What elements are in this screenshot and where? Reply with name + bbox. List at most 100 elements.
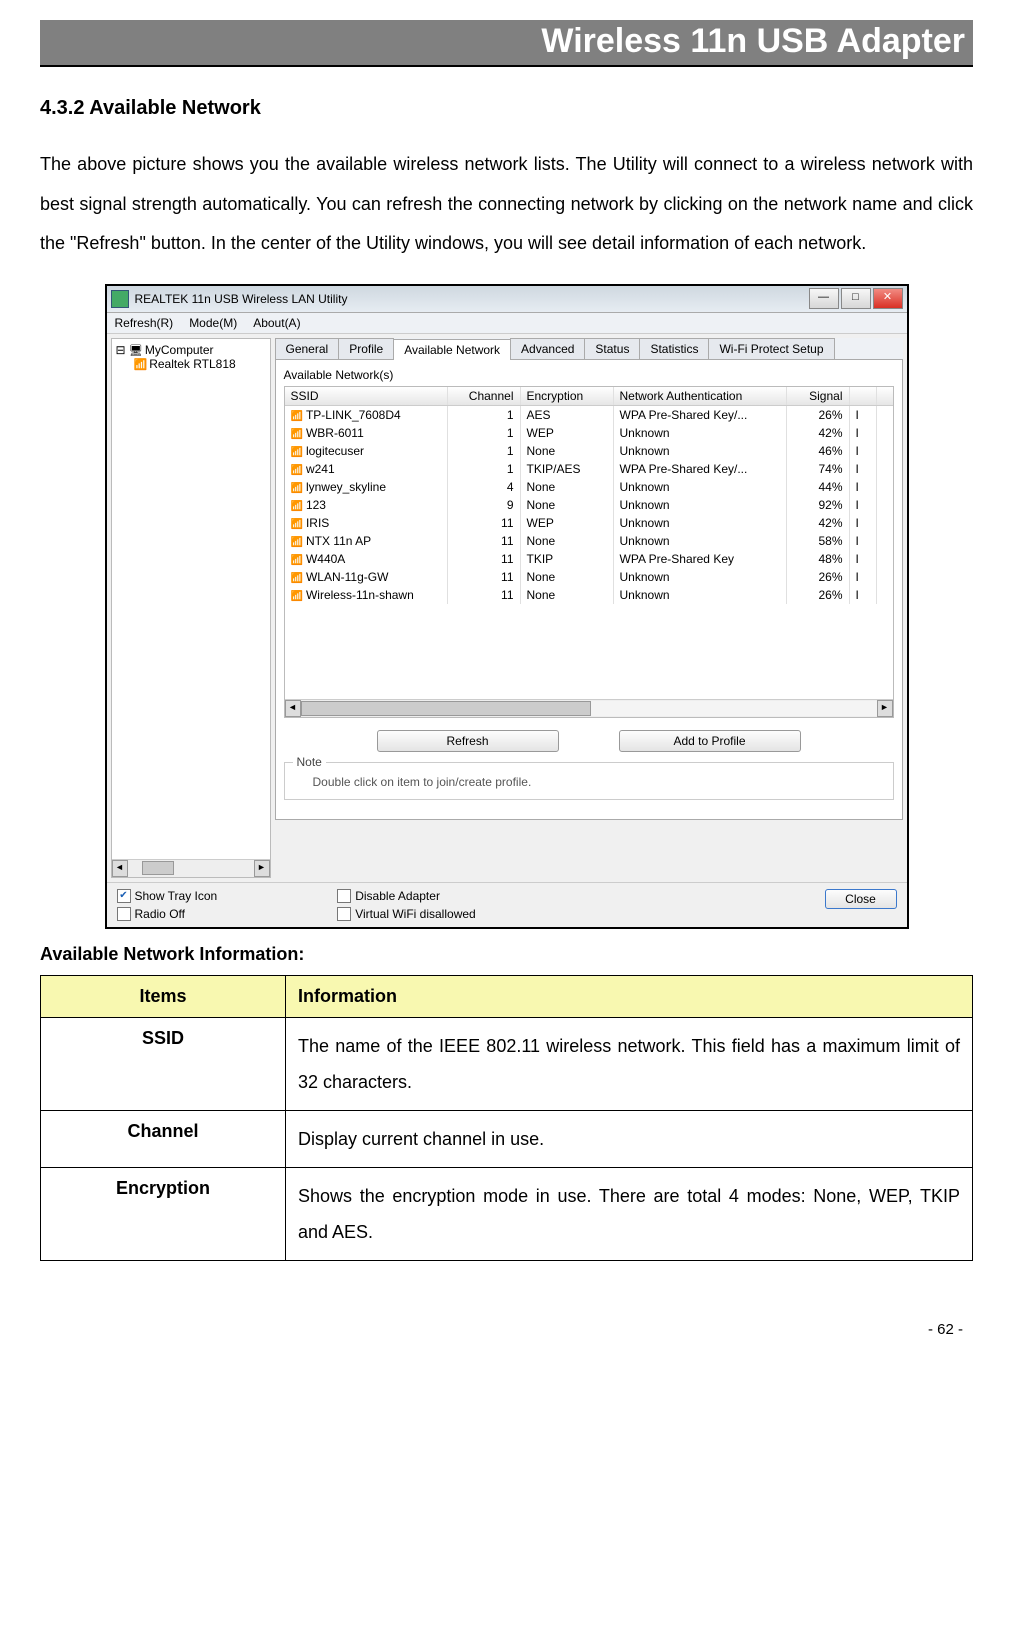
refresh-button[interactable]: Refresh bbox=[377, 730, 559, 752]
titlebar[interactable]: REALTEK 11n USB Wireless LAN Utility — □… bbox=[107, 286, 907, 313]
close-window-button[interactable]: ✕ bbox=[873, 288, 903, 309]
signal-icon bbox=[291, 462, 306, 476]
tree-child-label: Realtek RTL818 bbox=[149, 357, 236, 371]
group-label: Available Network(s) bbox=[284, 368, 894, 382]
info-table: Items Information SSIDThe name of the IE… bbox=[40, 975, 973, 1261]
lv-scroll-thumb[interactable] bbox=[301, 701, 591, 716]
note-text: Double click on item to join/create prof… bbox=[293, 775, 885, 789]
col-auth[interactable]: Network Authentication bbox=[614, 387, 787, 405]
checkbox-icon bbox=[337, 889, 351, 903]
scroll-thumb[interactable] bbox=[142, 861, 174, 875]
available-network-panel: Available Network(s) SSID Channel Encryp… bbox=[275, 360, 903, 820]
adapter-icon bbox=[134, 357, 150, 371]
signal-icon bbox=[291, 498, 306, 512]
checkbox-icon bbox=[337, 907, 351, 921]
chk-show-tray-label: Show Tray Icon bbox=[135, 889, 218, 903]
computer-icon bbox=[129, 343, 145, 357]
window-title: REALTEK 11n USB Wireless LAN Utility bbox=[135, 292, 809, 306]
checkbox-icon bbox=[117, 907, 131, 921]
maximize-button[interactable]: □ bbox=[841, 288, 871, 309]
tab-status[interactable]: Status bbox=[584, 338, 640, 359]
app-icon bbox=[111, 290, 129, 308]
info-desc: Display current channel in use. bbox=[286, 1110, 973, 1167]
body-paragraph: The above picture shows you the availabl… bbox=[40, 145, 973, 264]
minimize-button[interactable]: — bbox=[809, 288, 839, 309]
tree-hscrollbar[interactable]: ◄ ► bbox=[112, 859, 270, 877]
signal-icon bbox=[291, 444, 306, 458]
network-listview[interactable]: SSID Channel Encryption Network Authenti… bbox=[284, 386, 894, 718]
chk-radio-off-label: Radio Off bbox=[135, 907, 185, 921]
tree-root[interactable]: ⊟ MyComputer bbox=[116, 343, 266, 357]
chk-disable-adapter-label: Disable Adapter bbox=[355, 889, 440, 903]
network-row[interactable]: IRIS11WEPUnknown42%I bbox=[285, 514, 893, 532]
chk-virtual-wifi[interactable]: Virtual WiFi disallowed bbox=[337, 907, 476, 921]
listview-header[interactable]: SSID Channel Encryption Network Authenti… bbox=[285, 387, 893, 406]
info-row: SSIDThe name of the IEEE 802.11 wireless… bbox=[41, 1017, 973, 1110]
chk-show-tray[interactable]: ✔ Show Tray Icon bbox=[117, 889, 218, 903]
tab-wps[interactable]: Wi-Fi Protect Setup bbox=[708, 338, 834, 359]
signal-icon bbox=[291, 408, 306, 422]
menu-about[interactable]: About(A) bbox=[253, 316, 300, 330]
info-row: EncryptionShows the encryption mode in u… bbox=[41, 1167, 973, 1260]
info-item: Channel bbox=[41, 1110, 286, 1167]
network-row[interactable]: logitecuser1NoneUnknown46%I bbox=[285, 442, 893, 460]
tab-statistics[interactable]: Statistics bbox=[639, 338, 709, 359]
chk-disable-adapter[interactable]: Disable Adapter bbox=[337, 889, 476, 903]
signal-icon bbox=[291, 534, 306, 548]
info-row: ChannelDisplay current channel in use. bbox=[41, 1110, 973, 1167]
col-signal[interactable]: Signal bbox=[787, 387, 850, 405]
col-extra[interactable] bbox=[850, 387, 877, 405]
network-row[interactable]: 1239NoneUnknown92%I bbox=[285, 496, 893, 514]
chk-virtual-wifi-label: Virtual WiFi disallowed bbox=[355, 907, 476, 921]
network-row[interactable]: w2411TKIP/AESWPA Pre-Shared Key/...74%I bbox=[285, 460, 893, 478]
info-desc: The name of the IEEE 802.11 wireless net… bbox=[286, 1017, 973, 1110]
close-button[interactable]: Close bbox=[825, 889, 897, 909]
tree-child[interactable]: Realtek RTL818 bbox=[134, 357, 266, 371]
network-row[interactable]: NTX 11n AP11NoneUnknown58%I bbox=[285, 532, 893, 550]
signal-icon bbox=[291, 588, 306, 602]
signal-icon bbox=[291, 570, 306, 584]
info-desc: Shows the encryption mode in use. There … bbox=[286, 1167, 973, 1260]
tab-available-network[interactable]: Available Network bbox=[393, 339, 511, 360]
checkbox-icon: ✔ bbox=[117, 889, 131, 903]
signal-icon bbox=[291, 426, 306, 440]
device-tree[interactable]: ⊟ MyComputer Realtek RTL818 ◄ ► bbox=[111, 338, 271, 878]
col-ssid[interactable]: SSID bbox=[285, 387, 448, 405]
lv-scroll-right-icon[interactable]: ► bbox=[877, 700, 893, 717]
network-row[interactable]: WLAN-11g-GW11NoneUnknown26%I bbox=[285, 568, 893, 586]
info-item: Encryption bbox=[41, 1167, 286, 1260]
col-channel[interactable]: Channel bbox=[448, 387, 521, 405]
header-banner: Wireless 11n USB Adapter bbox=[40, 20, 973, 67]
app-window: REALTEK 11n USB Wireless LAN Utility — □… bbox=[105, 284, 909, 929]
page-number: - 62 - bbox=[40, 1321, 973, 1338]
info-item: SSID bbox=[41, 1017, 286, 1110]
listview-hscrollbar[interactable]: ◄ ► bbox=[285, 699, 893, 717]
add-to-profile-button[interactable]: Add to Profile bbox=[619, 730, 801, 752]
network-row[interactable]: W440A11TKIPWPA Pre-Shared Key48%I bbox=[285, 550, 893, 568]
signal-icon bbox=[291, 516, 306, 530]
network-row[interactable]: TP-LINK_7608D41AESWPA Pre-Shared Key/...… bbox=[285, 406, 893, 424]
chk-radio-off[interactable]: Radio Off bbox=[117, 907, 218, 921]
network-row[interactable]: WBR-60111WEPUnknown42%I bbox=[285, 424, 893, 442]
tabstrip: General Profile Available Network Advanc… bbox=[275, 338, 903, 360]
network-row[interactable]: lynwey_skyline4NoneUnknown44%I bbox=[285, 478, 893, 496]
tab-profile[interactable]: Profile bbox=[338, 338, 394, 359]
col-encryption[interactable]: Encryption bbox=[521, 387, 614, 405]
menu-refresh[interactable]: Refresh(R) bbox=[115, 316, 174, 330]
bottom-bar: ✔ Show Tray Icon Radio Off Disable Adapte… bbox=[107, 882, 907, 927]
signal-icon bbox=[291, 480, 306, 494]
menu-mode[interactable]: Mode(M) bbox=[189, 316, 237, 330]
signal-icon bbox=[291, 552, 306, 566]
tab-general[interactable]: General bbox=[275, 338, 340, 359]
network-row[interactable]: Wireless-11n-shawn11NoneUnknown26%I bbox=[285, 586, 893, 604]
tree-root-label: MyComputer bbox=[145, 343, 214, 357]
scroll-left-icon[interactable]: ◄ bbox=[112, 860, 128, 877]
doc-subheading: Available Network Information: bbox=[40, 944, 973, 965]
th-items: Items bbox=[41, 975, 286, 1017]
note-label: Note bbox=[293, 755, 326, 769]
scroll-right-icon[interactable]: ► bbox=[254, 860, 270, 877]
th-information: Information bbox=[286, 975, 973, 1017]
menubar: Refresh(R) Mode(M) About(A) bbox=[107, 313, 907, 334]
tab-advanced[interactable]: Advanced bbox=[510, 338, 585, 359]
lv-scroll-left-icon[interactable]: ◄ bbox=[285, 700, 301, 717]
